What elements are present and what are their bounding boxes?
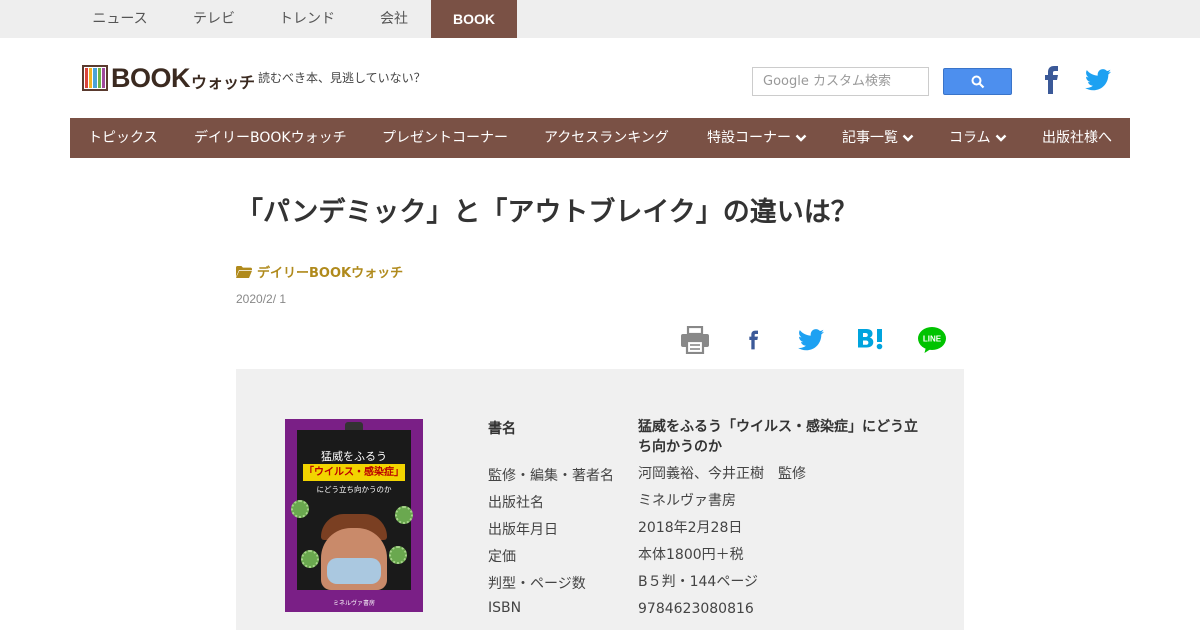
book-label-format: 判型・ページ数 [488, 576, 586, 592]
book-cover-image[interactable]: 猛威をふるう 「ウイルス・感染症」 にどう立ち向かうのか ミネルヴァ書房 [285, 419, 423, 612]
site-tagline: 読むべき本、見逃していない？ [258, 71, 426, 85]
search-button[interactable] [943, 68, 1012, 95]
book-label-publisher: 出版社名 [488, 495, 544, 511]
folder-icon [236, 265, 252, 278]
chevron-down-icon [995, 134, 1006, 142]
virus-icon [301, 550, 319, 568]
nav-topics[interactable]: トピックス [88, 118, 158, 158]
logo-subtext: ウォッチ [191, 73, 256, 92]
share-twitter-button[interactable] [796, 322, 826, 358]
book-label-isbn: ISBN [488, 600, 522, 616]
article-date: 2020/2/ 1 [236, 292, 287, 306]
main-navigation: トピックス デイリーBOOKウォッチ プレゼントコーナー アクセスランキング 特… [70, 118, 1130, 158]
virus-icon [291, 500, 309, 518]
cover-title-line3: にどう立ち向かうのか [316, 485, 392, 494]
nav-column[interactable]: コラム [949, 118, 1007, 158]
nav-label: トピックス [88, 130, 158, 146]
cover-publisher: ミネルヴァ書房 [332, 600, 375, 607]
nav-label: 出版社様へ [1042, 130, 1112, 146]
tab-trend[interactable]: トレンド [260, 0, 354, 38]
hatena-bookmark-icon [858, 329, 883, 350]
line-icon: LINE [918, 327, 946, 353]
nav-label: デイリーBOOKウォッチ [194, 130, 347, 146]
category-label: デイリーBOOKウォッチ [257, 266, 404, 281]
print-icon [681, 326, 709, 354]
book-value-format: B５判・144ページ [638, 574, 759, 590]
book-value-authors: 河岡義裕、今井正樹 監修 [638, 466, 806, 482]
cover-title-line2: 「ウイルス・感染症」 [303, 464, 405, 481]
nav-label: 記事一覧 [842, 130, 898, 146]
nav-label: コラム [949, 130, 991, 146]
book-value-isbn: 9784623080816 [638, 601, 754, 617]
search-input[interactable]: Google カスタム検索 [752, 67, 929, 96]
share-facebook-button[interactable] [742, 322, 766, 358]
nav-article-list[interactable]: 記事一覧 [842, 118, 914, 158]
tab-company[interactable]: 会社 [354, 0, 434, 38]
search-icon [971, 75, 984, 88]
book-info-box: 猛威をふるう 「ウイルス・感染症」 にどう立ち向かうのか ミネルヴァ書房 書名 … [236, 369, 964, 630]
twitter-icon[interactable] [1085, 68, 1111, 92]
book-value-publisher: ミネルヴァ書房 [638, 493, 736, 509]
book-value-pubdate: 2018年2月28日 [638, 520, 743, 536]
top-tab-bar: ニュース テレビ トレンド 会社 BOOK [0, 0, 1200, 38]
nav-daily-book-watch[interactable]: デイリーBOOKウォッチ [194, 118, 347, 158]
chevron-down-icon [902, 134, 914, 142]
bookshelf-logo-icon [82, 65, 108, 91]
facebook-icon [749, 330, 758, 350]
book-label-title: 書名 [488, 421, 516, 437]
nav-label: プレゼントコーナー [382, 130, 508, 146]
cover-title-line1: 猛威をふるう [321, 450, 387, 463]
chevron-down-icon [795, 134, 807, 142]
book-value-title: 猛威をふるう「ウイルス・感染症」にどう立ち向かうのか [638, 419, 918, 455]
nav-access-ranking[interactable]: アクセスランキング [544, 118, 669, 158]
article-title: 「パンデミック」と「アウトブレイク」の違いは？ [236, 197, 858, 228]
nav-for-publishers[interactable]: 出版社様へ [1042, 118, 1112, 158]
logo-text: BOOK [111, 62, 191, 93]
cover-figure-mask [327, 558, 381, 584]
tab-tv[interactable]: テレビ [168, 0, 260, 38]
svg-text:LINE: LINE [923, 335, 942, 344]
nav-label: アクセスランキング [544, 130, 669, 146]
facebook-icon[interactable] [1040, 66, 1064, 94]
virus-icon [395, 506, 413, 524]
site-logo[interactable]: BOOK ウォッチ [82, 62, 256, 93]
nav-special-corner[interactable]: 特設コーナー [707, 118, 807, 158]
nav-label: 特設コーナー [707, 130, 791, 146]
tab-news[interactable]: ニュース [72, 0, 168, 38]
print-button[interactable] [678, 322, 712, 358]
twitter-icon [798, 329, 824, 351]
book-label-price: 定価 [488, 549, 516, 565]
book-label-pubdate: 出版年月日 [488, 522, 558, 538]
share-hatena-button[interactable] [856, 322, 886, 358]
share-line-button[interactable]: LINE [916, 322, 948, 358]
article-category[interactable]: デイリーBOOKウォッチ [236, 262, 403, 281]
book-value-price: 本体1800円＋税 [638, 547, 744, 563]
virus-icon [389, 546, 407, 564]
book-label-authors: 監修・編集・著者名 [488, 468, 614, 484]
tab-book[interactable]: BOOK [431, 0, 517, 38]
nav-present-corner[interactable]: プレゼントコーナー [382, 118, 508, 158]
